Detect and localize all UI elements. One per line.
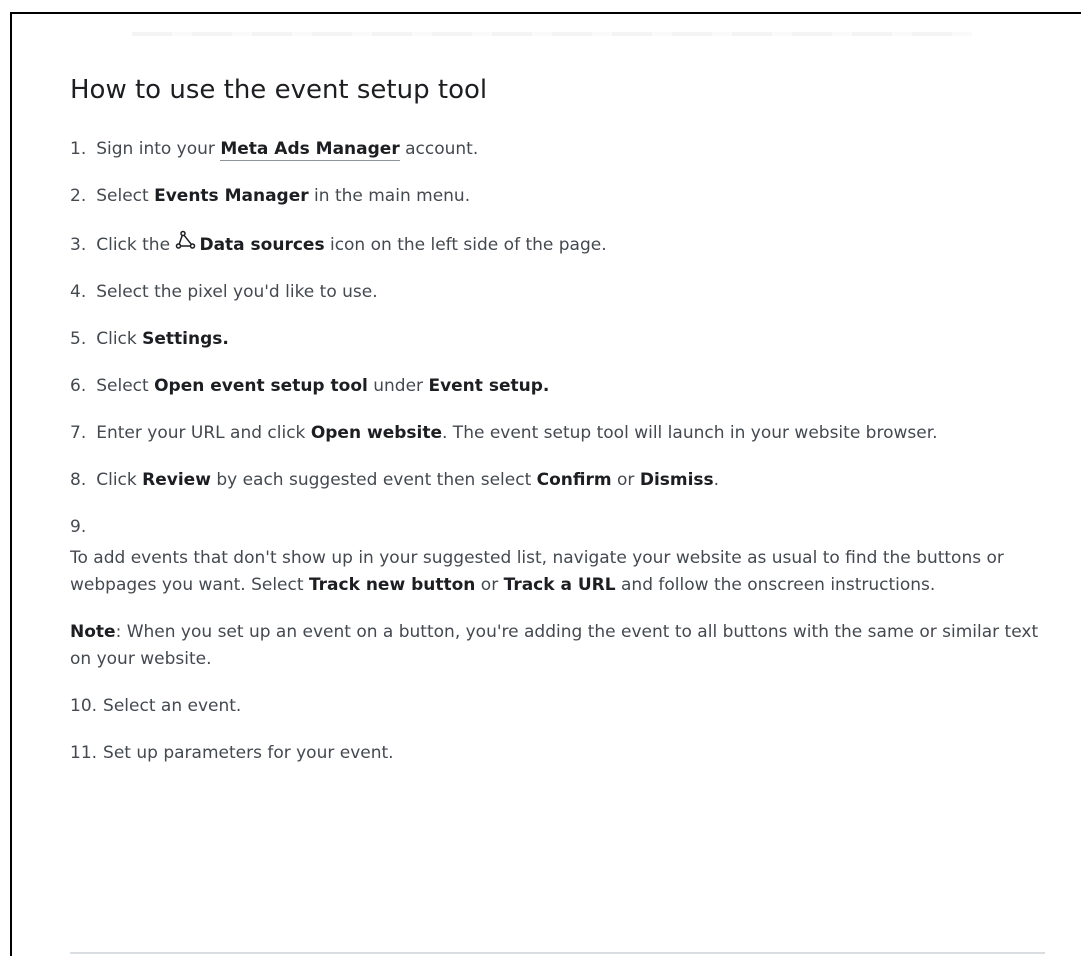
step-number: 4. [70, 282, 87, 302]
step-bold: Settings. [142, 329, 229, 349]
step-number: 3. [70, 235, 87, 255]
step-6: 6. Select Open event setup tool under Eve… [70, 373, 1045, 400]
step-text: under [367, 376, 429, 396]
meta-ads-manager-link[interactable]: Meta Ads Manager [220, 139, 400, 161]
step-text: Select an event. [103, 696, 242, 716]
step-8: 8. Click Review by each suggested event t… [70, 467, 1045, 494]
step-number: 2. [70, 186, 87, 206]
step-text: Select [96, 186, 155, 206]
step-text: in the main menu. [308, 186, 471, 206]
step-bold: Track new button [308, 575, 476, 595]
step-bold: Review [142, 470, 211, 490]
step-text: Select the pixel you'd like to use. [96, 282, 378, 302]
step-bold: Open event setup tool [154, 376, 368, 396]
note-label: Note [70, 622, 116, 642]
article-section: How to use the event setup tool 1. Sign i… [70, 74, 1045, 787]
step-text: or [611, 470, 640, 490]
step-text: Select [96, 376, 155, 396]
note-text: : When you set up an event on a button, … [70, 622, 1039, 669]
step-bold: Data sources [199, 235, 325, 255]
step-bold: Events Manager [154, 186, 309, 206]
step-text: Set up parameters for your event. [103, 743, 394, 763]
step-number: 11. [70, 743, 98, 763]
step-number: 1. [70, 139, 87, 159]
step-bold: Track a URL [503, 575, 616, 595]
cropped-text-line [132, 32, 972, 36]
step-9-number: 9. [70, 517, 87, 537]
step-text: icon on the left side of the page. [324, 235, 607, 255]
step-number: 6. [70, 376, 87, 396]
step-text: . The event setup tool will launch in yo… [442, 423, 938, 443]
step-text: account. [399, 139, 479, 159]
step-text: Click [96, 329, 143, 349]
step-number: 10. [70, 696, 98, 716]
step-11: 11. Set up parameters for your event. [70, 740, 1045, 767]
section-divider [70, 952, 1045, 954]
step-text: and follow the onscreen instructions. [615, 575, 936, 595]
step-bold: Dismiss [639, 470, 714, 490]
step-text: Enter your URL and click [96, 423, 311, 443]
step-5: 5. Click Settings. [70, 326, 1045, 353]
step-7: 7. Enter your URL and click Open website.… [70, 420, 1045, 447]
step-text: by each suggested event then select [210, 470, 537, 490]
step-number: 5. [70, 329, 87, 349]
note-paragraph: Note: When you set up an event on a butt… [70, 619, 1045, 673]
step-text: Sign into your [96, 139, 221, 159]
step-1: 1. Sign into your Meta Ads Manager accoun… [70, 136, 1045, 163]
step-number: 7. [70, 423, 87, 443]
step-bold: Confirm [536, 470, 612, 490]
section-heading: How to use the event setup tool [70, 75, 488, 105]
step-text: . [713, 470, 720, 490]
step-bold: Event setup. [428, 376, 550, 396]
step-10: 10. Select an event. [70, 693, 1045, 720]
step-bold: Open website [310, 423, 442, 443]
step-text: Click [96, 470, 143, 490]
step-text: or [475, 575, 504, 595]
step-3: 3. Click the Data sources icon on the lef… [70, 230, 1045, 259]
data-sources-icon [175, 230, 197, 252]
step-4: 4. Select the pixel you'd like to use. [70, 279, 1045, 306]
step-2: 2. Select Events Manager in the main menu… [70, 183, 1045, 210]
step-9: To add events that don't show up in your… [70, 545, 1045, 599]
step-text: Click the [96, 235, 176, 255]
step-number: 8. [70, 470, 87, 490]
